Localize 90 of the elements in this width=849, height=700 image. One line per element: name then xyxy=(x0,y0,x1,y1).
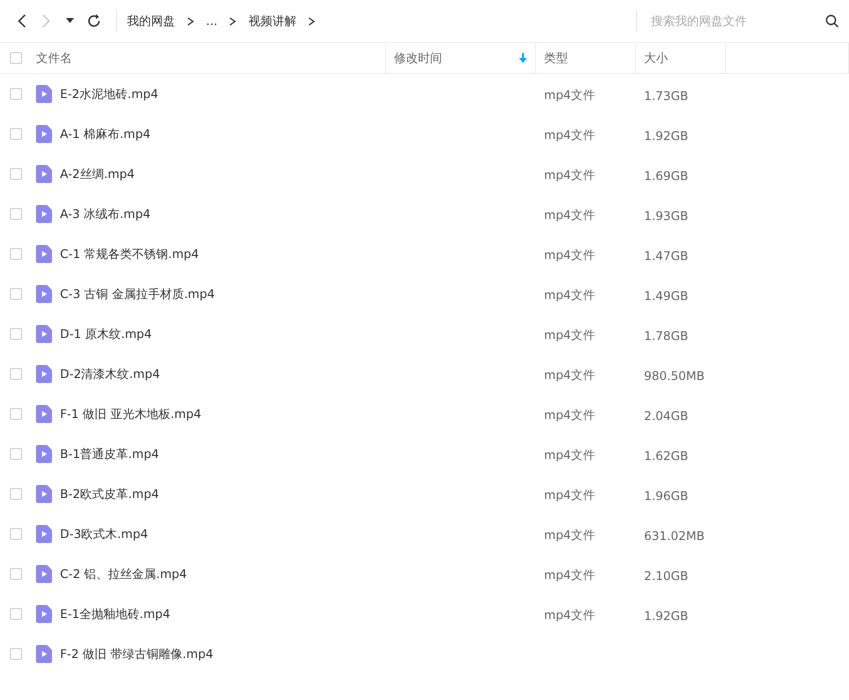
video-file-icon xyxy=(36,285,52,303)
file-name[interactable]: E-1全抛釉地砖.mp4 xyxy=(60,606,170,622)
file-size: 1.92GB xyxy=(643,608,688,622)
sort-arrow-icon[interactable] xyxy=(519,53,527,63)
file-name[interactable]: C-1 常规各类不锈钢.mp4 xyxy=(60,246,199,262)
video-file-icon xyxy=(36,205,52,223)
file-type: mp4文件 xyxy=(543,208,595,222)
file-type: mp4文件 xyxy=(543,408,595,422)
file-name[interactable]: C-2 铝、拉丝金属.mp4 xyxy=(60,566,187,582)
search-icon[interactable] xyxy=(825,14,839,28)
file-size: 2.10GB xyxy=(643,568,688,582)
row-checkbox[interactable] xyxy=(10,368,22,380)
file-name[interactable]: E-2水泥地砖.mp4 xyxy=(60,86,158,102)
video-file-icon xyxy=(36,445,52,463)
file-type: mp4文件 xyxy=(543,88,595,102)
chevron-icon xyxy=(308,16,316,26)
file-size: 1.73GB xyxy=(643,88,688,102)
video-file-icon xyxy=(36,485,52,503)
file-type: mp4文件 xyxy=(543,128,595,142)
refresh-icon[interactable] xyxy=(87,14,101,28)
file-size: 1.47GB xyxy=(643,248,688,262)
select-all-checkbox[interactable] xyxy=(10,52,22,64)
breadcrumb-link[interactable]: 视频讲解 xyxy=(248,12,296,30)
chevron-icon xyxy=(229,16,236,26)
row-checkbox[interactable] xyxy=(10,568,22,580)
video-file-icon xyxy=(36,125,52,143)
row-checkbox[interactable] xyxy=(10,488,22,500)
file-name[interactable]: D-2清漆木纹.mp4 xyxy=(60,366,160,382)
column-header[interactable]: 大小 xyxy=(644,50,668,64)
column-header[interactable]: 修改时间 xyxy=(394,50,442,64)
file-type: mp4文件 xyxy=(543,608,595,622)
file-size: 1.49GB xyxy=(643,288,688,302)
file-name[interactable]: A-3 冰绒布.mp4 xyxy=(60,206,150,222)
file-type: mp4文件 xyxy=(543,568,595,582)
row-checkbox[interactable] xyxy=(10,88,22,100)
forward-icon[interactable] xyxy=(41,14,51,28)
file-size: 1.69GB xyxy=(643,168,688,182)
file-type: mp4文件 xyxy=(543,248,595,262)
file-name[interactable]: D-1 原木纹.mp4 xyxy=(60,326,152,342)
file-name[interactable]: B-1普通皮革.mp4 xyxy=(60,446,159,462)
row-checkbox[interactable] xyxy=(10,128,22,140)
file-name[interactable]: C-3 古铜 金属拉手材质.mp4 xyxy=(60,286,215,302)
file-size: 1.62GB xyxy=(643,448,688,462)
file-type: mp4文件 xyxy=(543,448,595,462)
video-file-icon xyxy=(36,365,52,383)
file-name[interactable]: B-2欧式皮革.mp4 xyxy=(60,486,159,502)
file-size: 980.50MB xyxy=(643,368,705,382)
file-name[interactable]: A-1 棉麻布.mp4 xyxy=(60,126,150,142)
file-type: mp4文件 xyxy=(543,368,595,382)
file-type: mp4文件 xyxy=(543,168,595,182)
file-size: 1.93GB xyxy=(643,208,688,222)
row-checkbox[interactable] xyxy=(10,288,22,300)
column-header[interactable]: 文件名 xyxy=(36,50,72,64)
row-checkbox[interactable] xyxy=(10,448,22,460)
file-size: 631.02MB xyxy=(643,528,705,542)
row-checkbox[interactable] xyxy=(10,408,22,420)
video-file-icon xyxy=(36,85,52,103)
file-size: 2.04GB xyxy=(643,408,688,422)
file-name[interactable]: A-2丝绸.mp4 xyxy=(60,166,135,182)
back-icon[interactable] xyxy=(17,14,27,28)
row-checkbox[interactable] xyxy=(10,648,22,660)
video-file-icon xyxy=(36,605,52,623)
file-name[interactable]: F-1 做旧 亚光木地板.mp4 xyxy=(60,406,202,422)
file-type: mp4文件 xyxy=(543,328,595,342)
file-size: 1.78GB xyxy=(643,328,688,342)
video-file-icon xyxy=(36,645,52,663)
file-type: mp4文件 xyxy=(543,488,595,502)
video-file-icon xyxy=(36,325,52,343)
row-checkbox[interactable] xyxy=(10,328,22,340)
breadcrumb-link[interactable]: ... xyxy=(206,14,218,28)
row-checkbox[interactable] xyxy=(10,208,22,220)
file-name[interactable]: D-3欧式木.mp4 xyxy=(60,526,148,542)
chevron-icon xyxy=(187,16,194,26)
row-checkbox[interactable] xyxy=(10,528,22,540)
video-file-icon xyxy=(36,405,52,423)
file-size: 1.96GB xyxy=(643,488,688,502)
file-type: mp4文件 xyxy=(543,288,595,302)
file-type: mp4文件 xyxy=(543,528,595,542)
row-checkbox[interactable] xyxy=(10,248,22,260)
caret-icon[interactable] xyxy=(66,18,74,24)
breadcrumb-link[interactable]: 我的网盘 xyxy=(127,12,175,30)
video-file-icon xyxy=(36,565,52,583)
file-size: 1.92GB xyxy=(643,128,688,142)
column-header[interactable]: 类型 xyxy=(544,50,568,64)
video-file-icon xyxy=(36,525,52,543)
row-checkbox[interactable] xyxy=(10,168,22,180)
video-file-icon xyxy=(36,165,52,183)
row-checkbox[interactable] xyxy=(10,608,22,620)
video-file-icon xyxy=(36,245,52,263)
file-name[interactable]: F-2 做旧 带绿古铜雕像.mp4 xyxy=(60,646,214,662)
